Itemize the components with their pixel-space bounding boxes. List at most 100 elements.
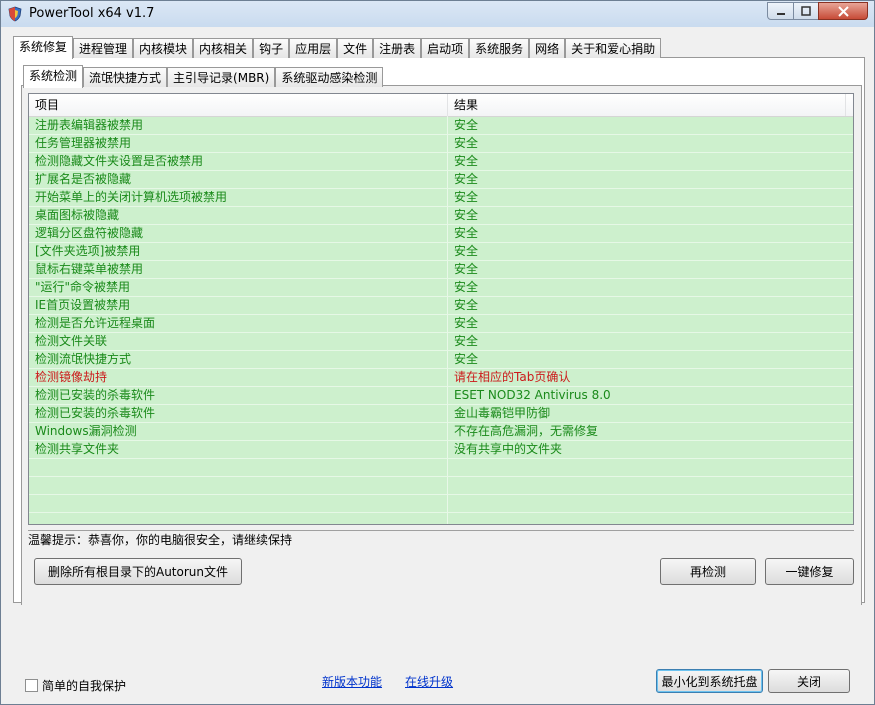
sub-tabs: 系统检测 流氓快捷方式 主引导记录(MBR) 系统驱动感染检测: [23, 65, 384, 88]
maximize-button[interactable]: [793, 2, 819, 20]
row-result-cell: 安全: [454, 262, 479, 276]
list-row[interactable]: 鼠标右键菜单被禁用 安全: [29, 261, 853, 279]
list-row[interactable]: 检测已安装的杀毒软件 金山毒霸铠甲防御: [29, 405, 853, 423]
window-title: PowerTool x64 v1.7: [29, 6, 155, 21]
tab-network[interactable]: 网络: [529, 38, 566, 58]
row-item-cell: 任务管理器被禁用: [35, 136, 132, 150]
self-protect-option[interactable]: 简单的自我保护: [25, 677, 126, 694]
tab-system-repair[interactable]: 系统修复: [13, 36, 74, 59]
main-tabs: 系统修复 进程管理 内核模块 内核相关 钩子 应用层 文件 注册表 启动项 系统…: [13, 36, 662, 59]
row-item-cell: 检测镜像劫持: [35, 370, 108, 384]
row-result-cell: 安全: [454, 172, 479, 186]
tab-registry[interactable]: 注册表: [373, 38, 422, 58]
tab-mbr[interactable]: 主引导记录(MBR): [167, 67, 276, 87]
list-row[interactable]: [29, 459, 853, 477]
tab-about-donate[interactable]: 关于和爱心捐助: [565, 38, 662, 58]
window-close-button[interactable]: [818, 2, 868, 20]
column-header-item[interactable]: 项目: [29, 94, 448, 116]
list-row[interactable]: [29, 495, 853, 513]
row-item-cell: Windows漏洞检测: [35, 424, 137, 438]
list-header: 项目 结果: [29, 94, 853, 117]
tab-driver-infection[interactable]: 系统驱动感染检测: [275, 67, 384, 87]
row-result-cell: 安全: [454, 208, 479, 222]
list-row[interactable]: 检测共享文件夹 没有共享中的文件夹: [29, 441, 853, 459]
row-result-cell: 没有共享中的文件夹: [454, 442, 563, 456]
list-row[interactable]: 检测已安装的杀毒软件 ESET NOD32 Antivirus 8.0: [29, 387, 853, 405]
list-row[interactable]: 任务管理器被禁用 安全: [29, 135, 853, 153]
row-item-cell: 桌面图标被隐藏: [35, 208, 120, 222]
row-item-cell: 逻辑分区盘符被隐藏: [35, 226, 144, 240]
title-bar[interactable]: PowerTool x64 v1.7: [1, 1, 874, 27]
row-item-cell: 开始菜单上的关闭计算机选项被禁用: [35, 190, 228, 204]
list-row[interactable]: "运行"命令被禁用 安全: [29, 279, 853, 297]
list-row[interactable]: 检测镜像劫持 请在相应的Tab页确认: [29, 369, 853, 387]
list-row[interactable]: 扩展名是否被隐藏 安全: [29, 171, 853, 189]
row-result-cell: 安全: [454, 244, 479, 258]
list-row[interactable]: [文件夹选项]被禁用 安全: [29, 243, 853, 261]
list-row[interactable]: [29, 477, 853, 495]
tab-process-manager[interactable]: 进程管理: [73, 38, 134, 58]
row-result-cell: 安全: [454, 136, 479, 150]
row-item-cell: 检测是否允许远程桌面: [35, 316, 156, 330]
row-item-cell: 检测已安装的杀毒软件: [35, 406, 156, 420]
row-item-cell: 检测流氓快捷方式: [35, 352, 132, 366]
app-shield-icon: [8, 6, 22, 22]
list-row[interactable]: IE首页设置被禁用 安全: [29, 297, 853, 315]
row-result-cell: 安全: [454, 352, 479, 366]
list-row[interactable]: 检测流氓快捷方式 安全: [29, 351, 853, 369]
maximize-icon: [801, 6, 811, 16]
list-row[interactable]: 检测隐藏文件夹设置是否被禁用 安全: [29, 153, 853, 171]
new-features-link[interactable]: 新版本功能: [322, 673, 382, 690]
list-row[interactable]: 桌面图标被隐藏 安全: [29, 207, 853, 225]
tab-files[interactable]: 文件: [337, 38, 374, 58]
tab-kernel-related[interactable]: 内核相关: [193, 38, 254, 58]
list-row[interactable]: 开始菜单上的关闭计算机选项被禁用 安全: [29, 189, 853, 207]
row-item-cell: 注册表编辑器被禁用: [35, 118, 144, 132]
tab-startup[interactable]: 启动项: [421, 38, 470, 58]
check-results-list[interactable]: 项目 结果 注册表编辑器被禁用 安全 任务管理器被禁用 安全 检测隐藏文件夹设置是否被禁…: [28, 93, 854, 525]
row-item-cell: 检测文件关联: [35, 334, 108, 348]
row-item-cell: "运行"命令被禁用: [35, 280, 131, 294]
minimize-button[interactable]: [767, 2, 794, 20]
list-row[interactable]: Windows漏洞检测 不存在高危漏洞，无需修复: [29, 423, 853, 441]
row-result-cell: 安全: [454, 154, 479, 168]
row-item-cell: [文件夹选项]被禁用: [35, 244, 141, 258]
tab-kernel-modules[interactable]: 内核模块: [133, 38, 194, 58]
list-row[interactable]: 逻辑分区盘符被隐藏 安全: [29, 225, 853, 243]
tab-hooks[interactable]: 钩子: [253, 38, 290, 58]
delete-autorun-button[interactable]: 删除所有根目录下的Autorun文件: [34, 558, 242, 585]
row-item-cell: 检测隐藏文件夹设置是否被禁用: [35, 154, 204, 168]
minimize-to-tray-button[interactable]: 最小化到系统托盘: [656, 669, 763, 693]
close-icon: [837, 5, 849, 17]
row-item-cell: 检测已安装的杀毒软件: [35, 388, 156, 402]
row-result-cell: 安全: [454, 334, 479, 348]
minimize-icon: [776, 13, 785, 15]
row-result-cell: 安全: [454, 226, 479, 240]
row-result-cell: ESET NOD32 Antivirus 8.0: [454, 388, 611, 402]
row-result-cell: 安全: [454, 118, 479, 132]
row-result-cell: 安全: [454, 316, 479, 330]
tab-system-check[interactable]: 系统检测: [23, 65, 84, 88]
close-button[interactable]: 关闭: [768, 669, 850, 693]
list-row[interactable]: 检测是否允许远程桌面 安全: [29, 315, 853, 333]
row-item-cell: 检测共享文件夹: [35, 442, 120, 456]
row-result-cell: 请在相应的Tab页确认: [454, 370, 571, 384]
self-protect-checkbox[interactable]: [25, 679, 38, 692]
row-result-cell: 安全: [454, 298, 479, 312]
tab-rogue-shortcuts[interactable]: 流氓快捷方式: [83, 67, 168, 87]
self-protect-label: 简单的自我保护: [42, 679, 127, 693]
row-result-cell: 安全: [454, 190, 479, 204]
list-row[interactable]: 检测文件关联 安全: [29, 333, 853, 351]
row-result-cell: 不存在高危漏洞，无需修复: [454, 424, 599, 438]
online-upgrade-link[interactable]: 在线升级: [405, 673, 453, 690]
row-item-cell: IE首页设置被禁用: [35, 298, 131, 312]
recheck-button[interactable]: 再检测: [660, 558, 756, 585]
one-click-fix-button[interactable]: 一键修复: [765, 558, 854, 585]
column-header-result[interactable]: 结果: [448, 94, 846, 116]
tab-application-layer[interactable]: 应用层: [289, 38, 338, 58]
tab-system-services[interactable]: 系统服务: [469, 38, 530, 58]
row-item-cell: 鼠标右键菜单被禁用: [35, 262, 144, 276]
row-item-cell: 扩展名是否被隐藏: [35, 172, 132, 186]
app-window: PowerTool x64 v1.7 系统修复 进程管理 内核模块 内核相关 钩…: [0, 0, 875, 705]
list-row[interactable]: 注册表编辑器被禁用 安全: [29, 117, 853, 135]
